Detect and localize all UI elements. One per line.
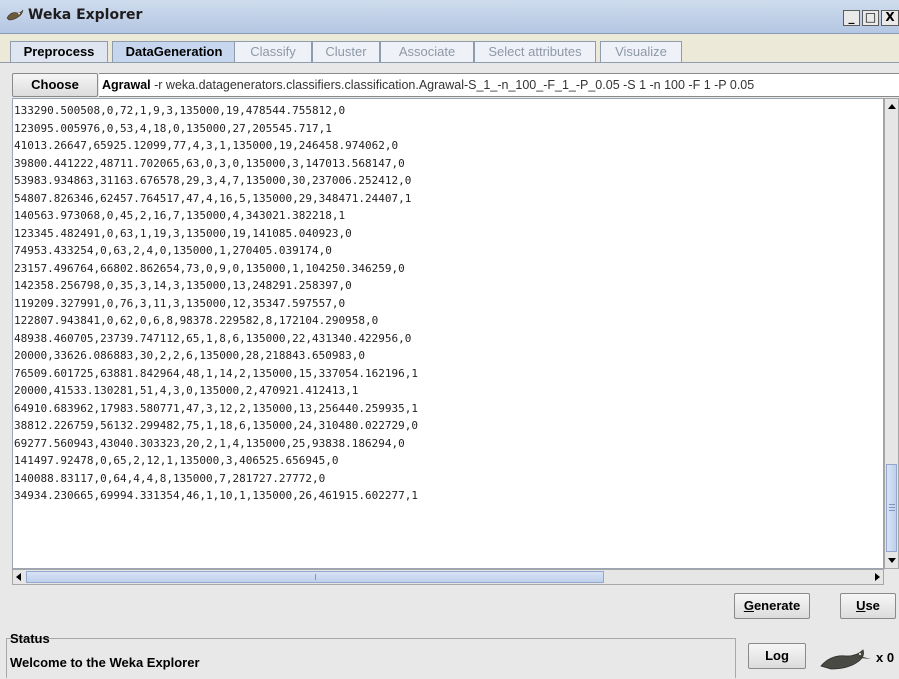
data-line: 142358.256798,0,35,3,14,3,135000,13,2482… bbox=[14, 279, 352, 292]
data-line: 20000,41533.130281,51,4,3,0,135000,2,470… bbox=[14, 384, 359, 397]
tab-datageneration[interactable]: DataGeneration bbox=[112, 41, 236, 62]
generator-field[interactable]: Agrawal -r weka.datagenerators.classifie… bbox=[99, 73, 899, 97]
vertical-scroll-thumb[interactable] bbox=[886, 464, 897, 552]
use-label: se bbox=[865, 598, 880, 613]
data-line: 74953.433254,0,63,2,4,0,135000,1,270405.… bbox=[14, 244, 332, 257]
scroll-up-icon[interactable] bbox=[888, 104, 896, 109]
weka-explorer-window: Weka Explorer _ □ X Preprocess DataGener… bbox=[0, 0, 899, 679]
tab-classify[interactable]: Classify bbox=[234, 41, 312, 62]
data-line: 48938.460705,23739.747112,65,1,8,6,13500… bbox=[14, 331, 412, 345]
data-line: 141497.92478,0,65,2,12,1,135000,3,406525… bbox=[14, 454, 339, 467]
data-line: 64910.683962,17983.580771,47,3,12,2,1350… bbox=[14, 401, 418, 415]
data-line: 140088.83117,0,64,4,4,8,135000,7,281727.… bbox=[14, 471, 326, 485]
tab-preprocess[interactable]: Preprocess bbox=[10, 41, 108, 62]
task-count: x 0 bbox=[876, 650, 895, 665]
scroll-corner bbox=[884, 569, 899, 585]
vertical-scrollbar[interactable] bbox=[884, 98, 899, 569]
weka-bird-icon bbox=[820, 649, 871, 670]
use-button[interactable]: Use bbox=[840, 593, 896, 619]
minimize-icon: _ bbox=[848, 10, 855, 24]
grip-line bbox=[889, 504, 895, 505]
tab-cluster[interactable]: Cluster bbox=[312, 41, 380, 62]
generate-label: enerate bbox=[753, 598, 801, 613]
data-line: 41013.26647,65925.12099,77,4,3,1,135000,… bbox=[14, 139, 399, 152]
data-line: 140563.973068,0,45,2,16,7,135000,4,34302… bbox=[14, 209, 346, 222]
data-line: 123345.482491,0,63,1,19,3,135000,19,1410… bbox=[14, 226, 352, 240]
weka-bird-icon bbox=[6, 9, 24, 21]
close-icon: X bbox=[885, 10, 895, 24]
data-line: 38812.226759,56132.299482,75,1,18,6,1350… bbox=[14, 419, 418, 432]
grip-line bbox=[315, 574, 316, 580]
data-line: 20000,33626.086883,30,2,2,6,135000,28,21… bbox=[14, 349, 365, 362]
tab-associate[interactable]: Associate bbox=[380, 41, 474, 62]
generated-data-output[interactable]: 133290.500508,0,72,1,9,3,135000,19,47854… bbox=[12, 98, 884, 569]
scroll-down-icon[interactable] bbox=[888, 558, 896, 563]
scroll-left-icon[interactable] bbox=[16, 573, 21, 581]
data-line: 123095.005976,0,53,4,18,0,135000,27,2055… bbox=[14, 121, 332, 135]
maximize-icon: □ bbox=[864, 10, 877, 24]
log-button[interactable]: Log bbox=[748, 643, 806, 669]
scroll-right-icon[interactable] bbox=[875, 573, 880, 581]
generator-name: Agrawal bbox=[102, 78, 151, 92]
grip-line bbox=[889, 510, 895, 511]
window-title: Weka Explorer bbox=[28, 7, 143, 23]
generate-mnemonic: G bbox=[743, 598, 754, 613]
data-line: 122807.943841,0,62,0,6,8,98378.229582,8,… bbox=[14, 314, 379, 327]
data-line: 34934.230665,69994.331354,46,1,10,1,1350… bbox=[14, 489, 418, 502]
tab-visualize[interactable]: Visualize bbox=[600, 41, 682, 62]
maximize-button[interactable]: □ bbox=[862, 10, 879, 26]
data-line: 53983.934863,31163.676578,29,3,4,7,13500… bbox=[14, 174, 412, 187]
title-bar[interactable]: Weka Explorer _ □ X bbox=[0, 0, 899, 34]
data-line: 76509.601725,63881.842964,48,1,14,2,1350… bbox=[14, 366, 418, 380]
generate-button[interactable]: Generate bbox=[734, 593, 810, 619]
data-line: 23157.496764,66802.862654,73,0,9,0,13500… bbox=[14, 261, 405, 275]
data-line: 54807.826346,62457.764517,47,4,16,5,1350… bbox=[14, 191, 412, 205]
generator-options: -r weka.datagenerators.classifiers.class… bbox=[154, 78, 755, 92]
status-label: Status bbox=[10, 631, 50, 646]
close-button[interactable]: X bbox=[881, 10, 899, 26]
grip-line bbox=[889, 507, 895, 508]
tab-select-attributes[interactable]: Select attributes bbox=[474, 41, 596, 62]
minimize-button[interactable]: _ bbox=[843, 10, 860, 26]
data-line: 39800.441222,48711.702065,63,0,3,0,13500… bbox=[14, 156, 405, 170]
data-line: 119209.327991,0,76,3,11,3,135000,12,3534… bbox=[14, 296, 346, 310]
status-message: Welcome to the Weka Explorer bbox=[10, 655, 200, 670]
data-line: 69277.560943,43040.303323,20,2,1,4,13500… bbox=[14, 436, 405, 450]
choose-button[interactable]: Choose bbox=[12, 73, 98, 97]
horizontal-scroll-thumb[interactable] bbox=[26, 571, 604, 583]
data-line: 133290.500508,0,72,1,9,3,135000,19,47854… bbox=[14, 104, 346, 117]
horizontal-scrollbar[interactable] bbox=[12, 569, 884, 585]
